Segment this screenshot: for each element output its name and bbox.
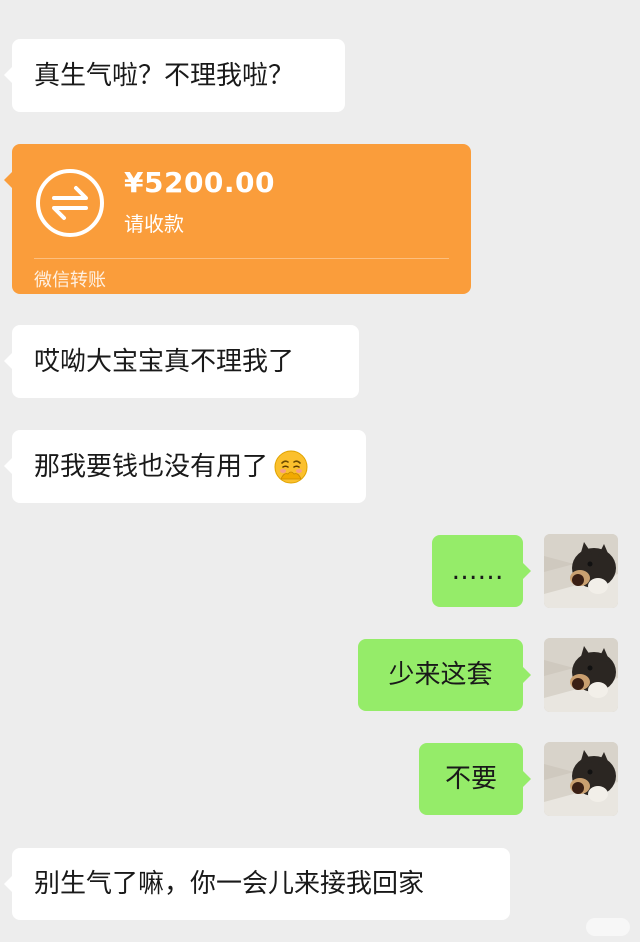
transfer-arrows-icon <box>35 168 105 238</box>
transfer-amount: ¥5200.00 <box>124 166 276 199</box>
message-text: 真生气啦？不理我啦？ <box>34 60 295 91</box>
message-text: 别生气了嘛，你一会儿来接我回家 <box>34 869 425 899</box>
message-text: 哎呦大宝宝真不理我了 <box>34 346 295 377</box>
avatar[interactable] <box>544 638 618 712</box>
avatar[interactable] <box>544 742 618 816</box>
outgoing-message-bubble[interactable]: 少来这套 <box>358 639 531 711</box>
transfer-status: 请收款 <box>124 212 184 236</box>
pleading-face-icon <box>274 450 308 484</box>
incoming-message-bubble[interactable]: 哎呦大宝宝真不理我了 <box>4 325 359 398</box>
incoming-message-bubble[interactable]: 别生气了嘛，你一会儿来接我回家 <box>4 848 510 920</box>
incoming-message-bubble[interactable]: 真生气啦？不理我啦？ <box>4 39 345 112</box>
message-text: 不要 <box>444 764 497 794</box>
incoming-message-bubble[interactable]: 那我要钱也没有用了 <box>4 430 366 503</box>
watermark <box>586 918 630 936</box>
message-text: 那我要钱也没有用了 <box>34 451 269 482</box>
message-text: 少来这套 <box>388 660 493 690</box>
outgoing-message-bubble[interactable]: …… <box>432 535 531 607</box>
avatar[interactable] <box>544 534 618 608</box>
transfer-footer-label: 微信转账 <box>34 270 106 291</box>
divider <box>34 258 449 259</box>
wechat-transfer-card[interactable]: ¥5200.00 请收款 微信转账 <box>4 144 471 294</box>
outgoing-message-bubble[interactable]: 不要 <box>419 743 531 815</box>
message-text: …… <box>451 556 504 586</box>
